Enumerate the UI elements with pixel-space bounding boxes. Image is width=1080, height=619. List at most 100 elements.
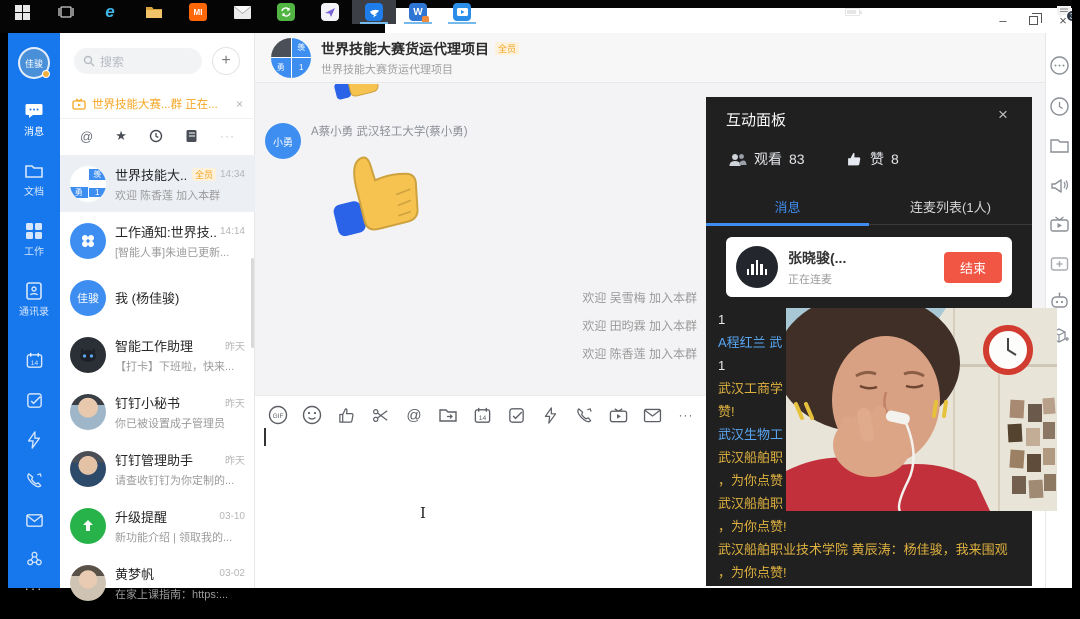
- add-button[interactable]: +: [212, 47, 240, 75]
- mention-button[interactable]: @: [403, 404, 425, 426]
- mail-icon: [25, 511, 44, 530]
- window-minimize-button[interactable]: –: [990, 10, 1016, 30]
- rail-more-button[interactable]: ···: [8, 581, 60, 596]
- mail-app-icon: [234, 6, 251, 19]
- thumbs-up-emoji[interactable]: [307, 141, 432, 241]
- mail-app[interactable]: [220, 0, 264, 24]
- chat-list-item[interactable]: 佳骏 我 (杨佳骏): [60, 269, 255, 326]
- sidebar-item-work[interactable]: 工作: [8, 221, 60, 258]
- filter-row: @ ★ ···: [60, 121, 255, 151]
- notebook-filter-icon[interactable]: [185, 129, 198, 143]
- recent-filter-icon[interactable]: [149, 129, 163, 143]
- end-mic-button[interactable]: 结束: [944, 252, 1002, 283]
- chat-list-item[interactable]: 升级提醒03-10 新功能介绍 | 领取我的...: [60, 497, 255, 554]
- send-file-button[interactable]: [437, 404, 459, 426]
- start-button[interactable]: [0, 0, 44, 24]
- contact-avatar: [70, 565, 106, 601]
- video-app[interactable]: [440, 0, 484, 24]
- chat-title: 世界技能大赛货运代理项目: [321, 39, 489, 59]
- emoji-button[interactable]: [301, 404, 323, 426]
- rail-ding-button[interactable]: [8, 431, 60, 449]
- ding-button[interactable]: [539, 404, 561, 426]
- rail-mail-button[interactable]: [8, 511, 60, 530]
- gif-button[interactable]: GIF: [267, 404, 289, 426]
- sidebar-label: 通讯录: [8, 303, 60, 318]
- call-button[interactable]: [573, 404, 595, 426]
- announcement-button[interactable]: [1049, 176, 1070, 197]
- windows-logo-icon: [15, 5, 30, 20]
- window-restore-button[interactable]: [1020, 10, 1046, 30]
- search-input[interactable]: 搜索: [74, 48, 202, 74]
- system-message: 欢迎 田昀霖 加入本群: [457, 317, 697, 334]
- sync-icon: [277, 3, 295, 21]
- chat-list-item[interactable]: 工作通知:世界技...14:14 [智能人事]朱迪已更新...: [60, 212, 255, 269]
- edge-app[interactable]: e: [88, 0, 132, 24]
- tab-messages[interactable]: 消息: [706, 193, 869, 224]
- sender-avatar[interactable]: 小勇: [265, 123, 301, 159]
- upgrade-avatar: [70, 508, 106, 544]
- banner-close-icon[interactable]: ×: [236, 97, 243, 111]
- chat-subtitle: 世界技能大赛货运代理项目: [321, 61, 519, 77]
- battery-icon[interactable]: [845, 8, 860, 16]
- sync-app[interactable]: [264, 0, 308, 24]
- mi-app[interactable]: MI: [176, 0, 220, 24]
- history-button[interactable]: [1049, 96, 1070, 117]
- explorer-folder-icon: [145, 5, 163, 19]
- strip-folder-button[interactable]: [1049, 137, 1070, 158]
- up-arrow-icon: [81, 519, 95, 533]
- chat-list-item[interactable]: 智能工作助理昨天 【打卡】下班啦，快来...: [60, 326, 255, 383]
- health-kit-button[interactable]: [1049, 254, 1070, 275]
- chat-list-scrollbar[interactable]: [251, 258, 254, 348]
- chat-list-item[interactable]: 黄梦帆03-02 在家上课指南：https:...: [60, 554, 255, 611]
- toolbar-more-button[interactable]: ···: [675, 404, 697, 426]
- sidebar-item-docs[interactable]: 文档: [8, 161, 60, 198]
- more-circle-button[interactable]: [1049, 55, 1070, 76]
- rail-tasks-button[interactable]: [8, 391, 60, 410]
- calendar-day-text: 14: [30, 360, 38, 367]
- task-button[interactable]: [505, 404, 527, 426]
- bird-app[interactable]: [308, 0, 352, 24]
- dingtalk-app[interactable]: [352, 0, 396, 24]
- text-caret: [264, 428, 266, 446]
- live-banner[interactable]: 世界技能大赛...群 正在... ×: [60, 89, 255, 119]
- calendar-icon: 14: [25, 351, 44, 370]
- mic-user-name: 张晓骏(...: [788, 248, 846, 268]
- rail-cloud-button[interactable]: [8, 549, 60, 568]
- chat-time: 03-10: [219, 511, 245, 522]
- panel-close-icon[interactable]: ×: [998, 105, 1008, 125]
- work-notice-avatar: [70, 223, 106, 259]
- chat-time: 昨天: [225, 452, 245, 467]
- webcam-video[interactable]: [786, 308, 1057, 511]
- cloud-network-icon: [25, 549, 44, 568]
- ibeam-cursor: I: [420, 504, 426, 522]
- calendar-button[interactable]: 14: [471, 404, 493, 426]
- chat-list-item[interactable]: 钉钉小秘书昨天 你已被设置成子管理员: [60, 383, 255, 440]
- sidebar-item-contacts[interactable]: 通讯录: [8, 281, 60, 318]
- chat-list-item[interactable]: 钉钉管理助手 昨天 请查收钉钉为你定制的...: [60, 440, 255, 497]
- star-filter-icon[interactable]: ★: [115, 128, 127, 144]
- rail-calendar-button[interactable]: 14: [8, 351, 60, 370]
- strip-live-button[interactable]: [1049, 215, 1070, 236]
- chat-name: 钉钉小秘书: [115, 393, 180, 412]
- mail-button[interactable]: [641, 404, 663, 426]
- chat-list-item[interactable]: 羡勇1 世界技能大...全员14:34 欢迎 陈香莲 加入本群: [60, 155, 255, 212]
- task-check-icon: [25, 391, 44, 410]
- tab-mic-list[interactable]: 连麦列表(1人): [869, 193, 1032, 224]
- chat-name: 钉钉管理助手: [115, 450, 193, 469]
- chat-list-panel: 搜索 + 世界技能大赛...群 正在... × @ ★ ··· 羡勇1 世界技能…: [60, 33, 255, 588]
- file-explorer-app[interactable]: [132, 0, 176, 24]
- admin-helper-avatar: [70, 451, 106, 487]
- chat-preview: 请查收钉钉为你定制的...: [115, 472, 245, 488]
- wps-doc-app[interactable]: W: [396, 0, 440, 24]
- mention-filter-icon[interactable]: @: [80, 129, 93, 144]
- screenshot-button[interactable]: [369, 404, 391, 426]
- task-view-button[interactable]: [44, 0, 88, 24]
- like-button[interactable]: [335, 404, 357, 426]
- chat-bubble-icon: [24, 101, 44, 121]
- live-button[interactable]: [607, 404, 629, 426]
- filter-more-icon[interactable]: ···: [220, 129, 235, 143]
- sidebar-item-messages[interactable]: 消息: [8, 101, 60, 138]
- video-app-icon: [453, 3, 471, 21]
- rail-phone-button[interactable]: [8, 471, 60, 490]
- user-avatar[interactable]: 佳骏: [18, 47, 50, 79]
